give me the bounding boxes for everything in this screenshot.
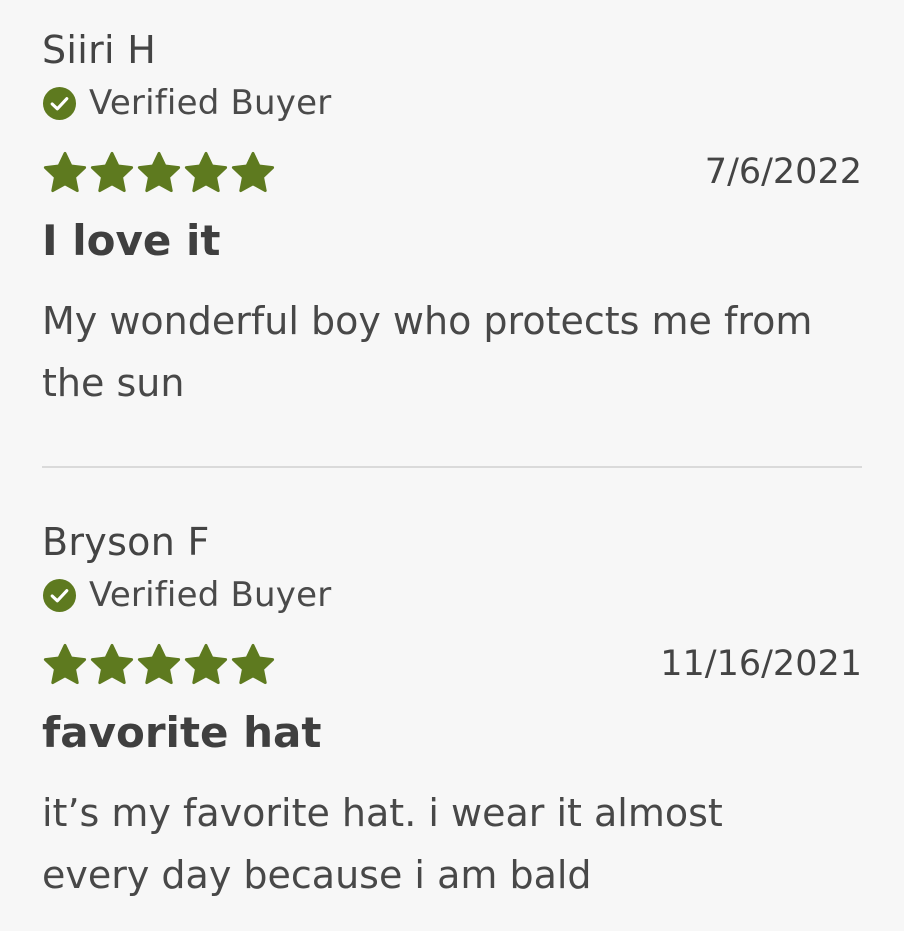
verified-buyer-label: Verified Buyer: [89, 83, 332, 123]
star-filled-icon: [43, 643, 87, 685]
star-rating: [42, 150, 276, 196]
review-body: My wonderful boy who protects me from th…: [42, 299, 813, 405]
reviewer-name: Siiri H: [42, 28, 157, 72]
star-filled-icon: [231, 643, 275, 685]
star-filled-icon: [137, 643, 181, 685]
rating-row: 11/16/2021: [42, 640, 862, 688]
star-filled-icon: [90, 643, 134, 685]
review-divider: [42, 466, 862, 468]
star-filled-icon: [137, 151, 181, 193]
review-card: Siiri H Verified Buyer 7/6/2022 I love i…: [42, 26, 862, 414]
verified-badge: Verified Buyer: [42, 83, 862, 123]
star-rating: [42, 642, 276, 688]
rating-row: 7/6/2022: [42, 148, 862, 196]
verified-badge: Verified Buyer: [42, 575, 862, 615]
reviewer-name: Bryson F: [42, 520, 210, 564]
review-title: favorite hat: [42, 708, 322, 757]
verified-buyer-label: Verified Buyer: [89, 575, 332, 615]
reviews-list: Siiri H Verified Buyer 7/6/2022 I love i…: [0, 0, 904, 931]
star-filled-icon: [43, 151, 87, 193]
check-circle-icon: [42, 578, 77, 612]
review-date: 11/16/2021: [660, 644, 862, 684]
review-title: I love it: [42, 216, 221, 265]
review-date: 7/6/2022: [704, 152, 862, 192]
review-body: it’s my favorite hat. i wear it almost e…: [42, 791, 723, 897]
star-filled-icon: [231, 151, 275, 193]
check-circle-icon: [42, 86, 77, 120]
star-filled-icon: [184, 151, 228, 193]
star-filled-icon: [184, 643, 228, 685]
review-card: Bryson F Verified Buyer 11/16/2021 favor…: [42, 518, 862, 906]
star-filled-icon: [90, 151, 134, 193]
